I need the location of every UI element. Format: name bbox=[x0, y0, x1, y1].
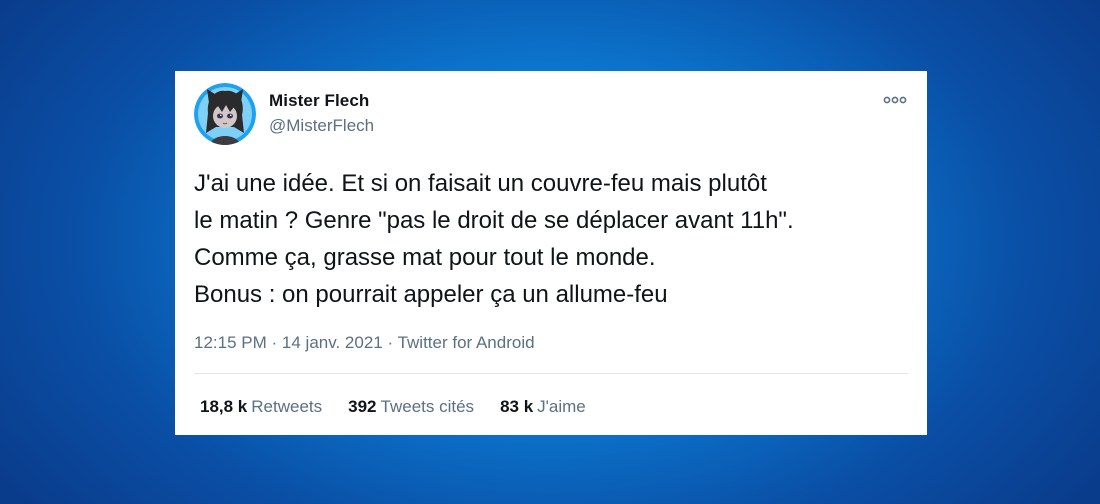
author-name[interactable]: Mister Flech bbox=[269, 91, 369, 111]
tweet-time[interactable]: 12:15 PM bbox=[194, 333, 267, 352]
divider bbox=[194, 373, 908, 374]
likes-count: 83 k bbox=[500, 397, 534, 416]
meta-separator: · bbox=[387, 333, 394, 352]
retweets-count: 18,8 k bbox=[200, 397, 248, 416]
retweets-stat[interactable]: 18,8 k Retweets bbox=[200, 397, 322, 417]
meta-separator: · bbox=[271, 333, 278, 352]
author-handle[interactable]: @MisterFlech bbox=[269, 116, 374, 136]
tweet-source[interactable]: Twitter for Android bbox=[398, 333, 535, 352]
quote-tweets-stat[interactable]: 392 Tweets cités bbox=[348, 397, 474, 417]
avatar[interactable] bbox=[194, 83, 256, 145]
tweet-stats: 18,8 k Retweets 392 Tweets cités 83 k J'aim… bbox=[200, 397, 612, 417]
avatar-image bbox=[194, 83, 256, 145]
more-options-icon[interactable] bbox=[881, 91, 909, 109]
tweet-meta: 12:15 PM · 14 janv. 2021 · Twitter for A… bbox=[194, 333, 535, 353]
likes-stat[interactable]: 83 k J'aime bbox=[500, 397, 586, 417]
retweets-label: Retweets bbox=[251, 397, 323, 416]
tweet-card: Mister Flech @MisterFlech J'ai une idée.… bbox=[175, 71, 927, 435]
likes-label: J'aime bbox=[537, 397, 586, 416]
tweet-text: J'ai une idée. Et si on faisait un couvr… bbox=[194, 170, 794, 308]
quote-tweets-label: Tweets cités bbox=[380, 397, 475, 416]
quote-tweets-count: 392 bbox=[348, 397, 377, 416]
tweet-date[interactable]: 14 janv. 2021 bbox=[282, 333, 383, 352]
